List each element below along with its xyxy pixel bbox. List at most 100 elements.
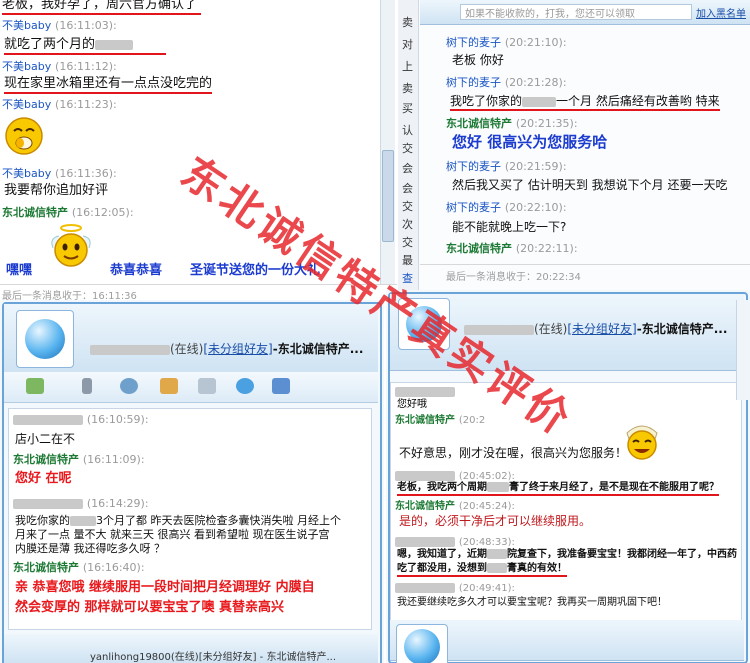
redacted-text [395, 536, 455, 547]
blacklist-link[interactable]: 加入黑名单 [696, 5, 746, 20]
message-header: 不美baby (16:11:23): [2, 98, 117, 112]
timestamp: (16:10:59): [86, 413, 149, 426]
panel-top-bar: 如果不能收款的，打我，您还可以领取 加入黑名单 [420, 0, 750, 25]
side-label: 卖 [402, 16, 413, 29]
timestamp: (20:2 [458, 415, 486, 426]
redacted-text [522, 96, 557, 107]
sender-name: 东北诚信特产 [446, 242, 512, 255]
group-link[interactable]: [未分组好友] [203, 342, 272, 356]
message-header: (20:48:33): [395, 535, 515, 549]
send-file-icon[interactable] [198, 378, 216, 394]
message-header: 东北诚信特产 (16:12:05): [2, 206, 134, 220]
message-header: 不美baby (16:11:12): [2, 60, 117, 74]
message-header: 东北诚信特产 (20:45:24): [395, 499, 515, 513]
chat-message: 我要帮你追加好评 [4, 183, 109, 198]
timestamp: (16:11:03): [55, 19, 117, 32]
group-link[interactable]: [未分组好友] [567, 322, 636, 336]
redacted-text [13, 498, 83, 509]
info-bar: 如果不能收款的，打我，您还可以领取 [460, 4, 692, 20]
chat-message: 吃了都没用，没想到 膏真的有效！ [397, 563, 567, 577]
timestamp: (16:12:05): [71, 206, 134, 219]
scrollbar-thumb[interactable] [382, 150, 394, 242]
chat-message: 现在家里冰箱里还有一点点没吃完的 [4, 76, 213, 94]
side-label: 会 [402, 162, 413, 175]
timestamp: (20:48:33): [458, 537, 515, 548]
message-header: (16:14:29): [13, 497, 149, 511]
timestamp: (20:49:41): [458, 583, 515, 594]
group-chat-icon[interactable] [160, 378, 178, 394]
chat-message: 我还要继续吃多久才可以要宝宝呢？我再买一周期巩固下吧！ [397, 597, 667, 608]
qq-penguin-avatar-icon [404, 629, 440, 663]
message-area: (16:10:59): 店小二在不 东北诚信特产 (16:11:09): 您好 … [8, 408, 372, 630]
timestamp: (16:11:23): [55, 98, 117, 111]
timestamp: (16:14:29): [86, 497, 149, 510]
side-label: 会 [402, 182, 413, 195]
globe-icon[interactable] [236, 378, 254, 394]
sender-name: 不美baby [2, 98, 52, 111]
timestamp: (20:21:59): [504, 160, 567, 173]
sender-name: 不美baby [2, 19, 52, 32]
redacted-text [90, 344, 170, 355]
chat-message: 老板 你好 [452, 53, 504, 67]
next-window-titlebar: yanlihong19800(在线)[未分组好友] - 东北诚信特产... [4, 634, 378, 663]
message-header: (20:45:02): [395, 469, 515, 483]
chat-message: 亲 恭喜您哦 继续服用一段时间把月经调理好 内膜自 [15, 580, 315, 595]
timestamp: (16:11:36): [55, 167, 117, 180]
side-label: 买 [402, 102, 413, 115]
timestamp: (20:21:28): [504, 76, 567, 89]
side-column: 卖 对 上 卖 买 认 交 会 会 交 次 交 最 查 [398, 0, 419, 290]
microphone-icon[interactable] [82, 378, 92, 394]
app-grid-icon[interactable] [272, 378, 290, 394]
scrollbar[interactable] [380, 0, 395, 284]
message-header: 不美baby (16:11:36): [2, 167, 117, 181]
chat-message: 店小二在不 [15, 432, 76, 446]
sender-name: 东北诚信特产 [2, 206, 68, 219]
chat-message: 恭喜恭喜 [110, 263, 163, 278]
sender-name: 树下的麦子 [446, 36, 501, 49]
message-header: (20:49:41): [395, 581, 515, 595]
contact-avatar[interactable] [396, 624, 448, 663]
next-window-title: yanlihong19800(在线)[未分组好友] - 东北诚信特产... [90, 652, 337, 663]
sender-name: 不美baby [2, 167, 52, 180]
file-transfer-icon[interactable] [26, 378, 44, 394]
right-edge-strip [736, 300, 750, 400]
timestamp: (16:11:09): [82, 453, 145, 466]
redacted-text [487, 563, 507, 573]
chat-message: 您好 在呢 [15, 471, 72, 486]
chat-message: 老板，我好孕了，周六官方确认了 [2, 0, 202, 15]
chat-panel-2: 卖 对 上 卖 买 认 交 会 会 交 次 交 最 查 如果不能收款的，打我，您… [398, 0, 750, 290]
side-label: 最 [402, 254, 413, 267]
chat-message: 我吃你家的 [15, 514, 70, 527]
redacted-text [70, 516, 96, 526]
sender-name: 东北诚信特产 [13, 561, 79, 574]
timestamp: (16:11:12): [55, 60, 117, 73]
last-message-status: 最后一条消息收于：16:11:36 [2, 291, 137, 300]
message-header: 不美baby (16:11:03): [2, 19, 117, 33]
chat-message: 老板，我吃两个周期 膏了终于来月经了，是不是现在不能服用了呢？ [397, 482, 719, 496]
angel-smiley-icon [51, 224, 91, 267]
timestamp: (20:21:10): [504, 36, 567, 49]
message-header: 东北诚信特产 (20:22:11): [446, 242, 578, 256]
redacted-text [395, 582, 455, 593]
contact-avatar[interactable] [16, 310, 74, 368]
camera-icon[interactable] [120, 378, 138, 394]
sender-name: 不美baby [2, 60, 52, 73]
side-label: 交 [402, 142, 413, 155]
redacted-text [13, 414, 83, 425]
chat-message: 能不能就晚上吃一下? [452, 220, 567, 234]
timestamp: (20:21:35): [515, 117, 578, 130]
chat-message: 您好哦 [397, 399, 427, 410]
window-title: (在线)[未分组好友]-东北诚信特产... [464, 320, 727, 337]
chat-message: 是的，必须干净后才可以继续服用。 [399, 514, 592, 528]
side-label: 卖 [402, 82, 413, 95]
chat-message: 不好意思，刚才没在喔，很高兴为您服务！ [399, 446, 628, 460]
chat-message: 我吃了你家的 一个月 然后痛经有改善哟 特来 [450, 94, 720, 111]
redacted-text [395, 386, 455, 397]
side-label: 认 [402, 124, 413, 137]
message-header: 东北诚信特产 (16:16:40): [13, 561, 145, 575]
side-label: 交 [402, 200, 413, 213]
chat-message: 嗯，我知道了，近期 [397, 549, 487, 560]
timestamp: (20:22:10): [504, 201, 567, 214]
sender-name: 东北诚信特产 [395, 415, 455, 426]
redacted-text [487, 549, 507, 559]
